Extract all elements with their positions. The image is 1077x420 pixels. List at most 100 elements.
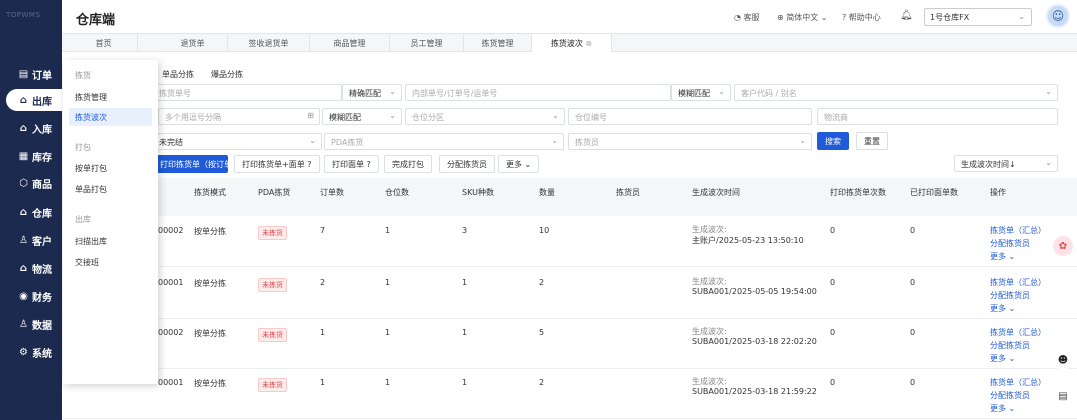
row-more-link[interactable]: 更多 ⌄ (990, 403, 1015, 414)
zone-placeholder: 仓位分区 (412, 113, 444, 122)
status-select[interactable]: 未完结 ⌄ (152, 133, 322, 150)
match-select-2[interactable]: 模糊匹配 ⌄ (671, 84, 731, 101)
close-icon[interactable]: ⊗ (583, 39, 592, 48)
menu-item-pick-wave[interactable]: 拣货波次 (69, 108, 152, 126)
more-button[interactable]: 更多 ⌄ (498, 155, 540, 173)
menu-item-single-pack[interactable]: 单品打包 (69, 180, 152, 198)
column-header: PDA拣货 (258, 188, 291, 197)
sort-select[interactable]: 生成波次时间↓ ⌄ (954, 155, 1058, 172)
location-count: 1 (385, 226, 391, 235)
row-more-link[interactable]: 更多 ⌄ (990, 303, 1015, 314)
subtab-single[interactable]: 单品分拣 (162, 69, 194, 80)
group-label-outbound: 出库 (75, 215, 91, 224)
assign-picker-link[interactable]: 分配拣货员 (990, 238, 1030, 249)
assign-picker-link[interactable]: 分配拣货员 (990, 290, 1030, 301)
finish-pack-button[interactable]: 完成打包 (384, 155, 432, 173)
wave-time-label: 生成波次: (692, 225, 727, 234)
pick-summary-link[interactable]: 拣货单（汇总） (990, 327, 1046, 338)
stock-icon: ▦ (18, 150, 29, 162)
language-select[interactable]: ⊕ 简体中文 ⌄ (777, 12, 828, 23)
sku-count: 1 (462, 378, 468, 387)
location-input[interactable]: 仓位编号 (568, 108, 812, 125)
column-header: 已打印面单数 (910, 188, 958, 197)
menu-item-order-pack[interactable]: 按单打包 (69, 159, 152, 177)
multi-input[interactable]: 多个用逗号分隔 ⊞ (158, 108, 320, 125)
wave-id: 00001 (158, 278, 184, 287)
row-more-link[interactable]: 更多 ⌄ (990, 251, 1015, 262)
warehouse-value: 1号仓库FX (930, 13, 970, 22)
pick-summary-link[interactable]: 拣货单（汇总） (990, 377, 1046, 388)
menu-item-pick-manage[interactable]: 拣货管理 (69, 88, 152, 106)
print-count: 0 (830, 328, 836, 337)
headset-icon: ◔ (734, 13, 741, 22)
picker-select[interactable]: 拣货员 ⌄ (568, 133, 812, 150)
assign-picker-link[interactable]: 分配拣货员 (990, 340, 1030, 351)
tab-2[interactable]: 签收退货单 (228, 34, 310, 52)
assign-picker-link[interactable]: 分配拣货员 (990, 390, 1030, 401)
sidebar: TOPWMS ▤ 订单 ⌂ 出库 ⌂ 入库 ▦ 库存 ⬡ 商品 ⌂ 仓库 ♙ 客户 ⌂ 物流 ◉ 财务 ♙ 数据 ⚙ 系统 (0, 0, 62, 420)
customer-select[interactable]: 客户代码 / 别名 ⌄ (734, 84, 1058, 101)
customer-icon: ♙ (19, 234, 28, 246)
search-button[interactable]: 搜索 (817, 132, 849, 150)
sku-count: 3 (462, 226, 468, 235)
help-center-link[interactable]: ? 帮助中心 (842, 12, 881, 23)
wave-time-label: 生成波次: (692, 277, 727, 286)
chevron-down-icon: ⌄ (1045, 158, 1052, 167)
nav-item-system[interactable]: ⚙ 系统 (0, 341, 62, 363)
nav-item-logistics[interactable]: ⌂ 物流 (0, 257, 62, 279)
assistant-float-icon[interactable]: ✿ (1053, 236, 1073, 256)
tab-4[interactable]: 员工管理 (390, 34, 464, 52)
chevron-down-icon: ⌄ (389, 111, 396, 120)
quantity: 10 (539, 226, 550, 235)
print-pick-button[interactable]: 打印拣货单（按订单） (152, 155, 240, 173)
print-pick-face-button[interactable]: 打印拣货单+面单 ? (234, 155, 320, 173)
match-select-3[interactable]: 模糊匹配 ⌄ (322, 108, 402, 125)
service-link[interactable]: ◔ 客服 (734, 12, 760, 23)
picker-placeholder: 拣货员 (575, 138, 599, 147)
notes-icon[interactable]: ▤ (1053, 386, 1073, 406)
user-avatar[interactable]: ☺ (1046, 4, 1070, 28)
warehouse-select[interactable]: 1号仓库FX ⌄ (924, 8, 1032, 26)
match-select-1[interactable]: 精确匹配 ⌄ (342, 84, 402, 101)
print-face-button[interactable]: 打印面单 ? (324, 155, 379, 173)
pick-summary-link[interactable]: 拣货单（汇总） (990, 225, 1046, 236)
match-value: 精确匹配 (349, 89, 381, 98)
bell-icon[interactable]: 🔔︎ (900, 10, 913, 21)
nav-item-order[interactable]: ▤ 订单 (0, 63, 62, 85)
nav-item-data[interactable]: ♙ 数据 (0, 313, 62, 335)
more-label: 更多 (506, 160, 522, 169)
nav-item-customer[interactable]: ♙ 客户 (0, 229, 62, 251)
reset-button[interactable]: 重置 (856, 132, 888, 150)
tab-6[interactable]: 拣货波次 ⊗ (532, 34, 612, 52)
menu-item-scan-out[interactable]: 扫描出库 (69, 232, 152, 250)
tab-0[interactable]: 首页 (70, 34, 138, 52)
wave-time: SUBA001/2025-03-18 22:02:20 (692, 337, 817, 346)
nav-item-goods[interactable]: ⬡ 商品 (0, 172, 62, 194)
wave-no-input[interactable]: 拣货单号 (152, 84, 342, 101)
nav-item-stock[interactable]: ▦ 库存 (0, 145, 62, 167)
face-count: 0 (910, 226, 916, 235)
assign-picker-button[interactable]: 分配拣货员 (439, 155, 495, 173)
order-no-input[interactable]: 内部单号/订单号/运单号 (405, 84, 671, 101)
robot-icon[interactable]: ☻ (1053, 350, 1073, 370)
tab-bar: 首页 退货单 签收退货单 商品管理 员工管理 拣货管理 拣货波次 ⊗ (62, 34, 1077, 52)
nav-item-warehouse[interactable]: ⌂ 仓库 (0, 201, 62, 223)
row-more-link[interactable]: 更多 ⌄ (990, 353, 1015, 364)
nav-item-finance[interactable]: ◉ 财务 (0, 285, 62, 307)
chevron-down-icon: ⌄ (389, 87, 396, 96)
tab-label: 拣货波次 (550, 39, 583, 48)
pda-select[interactable]: PDA拣货 ⌄ (324, 133, 564, 150)
zone-select[interactable]: 仓位分区 ⌄ (405, 108, 565, 125)
tab-5[interactable]: 拣货管理 (464, 34, 532, 52)
pick-summary-link[interactable]: 拣货单（汇总） (990, 277, 1046, 288)
nav-item-outbound[interactable]: ⌂ 出库 (6, 89, 62, 111)
nav-item-inbound[interactable]: ⌂ 入库 (0, 117, 62, 139)
nav-label: 系统 (32, 348, 52, 360)
subtab-hot[interactable]: 爆品分拣 (211, 69, 243, 80)
order-icon: ▤ (18, 68, 29, 80)
tab-1[interactable]: 退货单 (158, 34, 228, 52)
pda-status-badge: 未拣货 (258, 226, 287, 240)
carrier-input[interactable]: 物流商 (817, 108, 1058, 125)
tab-3[interactable]: 商品管理 (310, 34, 390, 52)
menu-item-handover[interactable]: 交接班 (69, 253, 152, 271)
